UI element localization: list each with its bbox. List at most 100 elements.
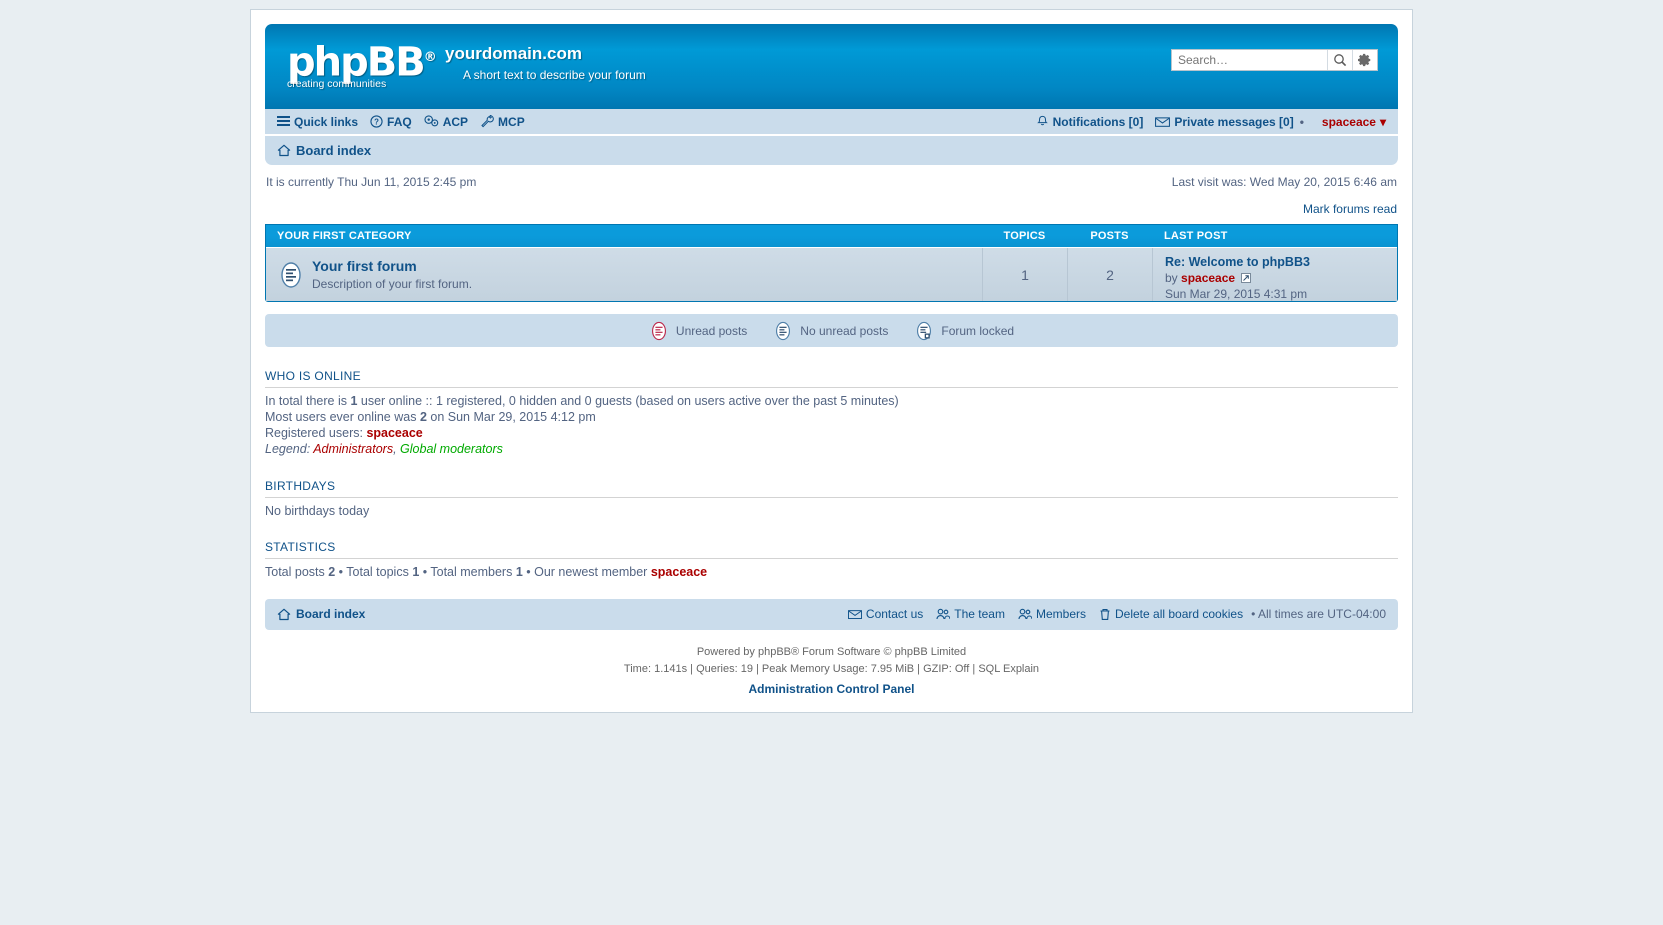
current-time: It is currently Thu Jun 11, 2015 2:45 pm: [266, 175, 477, 189]
home-icon: [277, 608, 291, 621]
birthdays-section: BIRTHDAYS No birthdays today: [265, 479, 1398, 518]
breadcrumb-label: Board index: [296, 143, 372, 158]
trash-icon: [1099, 608, 1111, 621]
footer-board-index-link[interactable]: Board index: [277, 607, 365, 621]
last-post-author-line: by spaceace: [1165, 271, 1397, 285]
chevron-down-icon: ▾: [1379, 114, 1386, 129]
notifications-label: Notifications [0]: [1052, 114, 1144, 129]
registered-user-link[interactable]: spaceace: [366, 426, 422, 440]
registered-users-label: Registered users:: [265, 426, 367, 441]
statistics-title: STATISTICS: [265, 540, 1398, 559]
last-post-author-link[interactable]: spaceace: [1181, 271, 1235, 285]
birthdays-body: No birthdays today: [265, 503, 1398, 518]
logo-wordmark: phpBB®: [287, 38, 437, 82]
username-label: spaceace: [1321, 114, 1376, 129]
who-is-online-title: WHO IS ONLINE: [265, 369, 1398, 388]
legend-locked-label: Forum locked: [941, 323, 1015, 338]
online-total-suffix: user online :: 1 registered, 0 hidden an…: [357, 394, 899, 408]
legend-administrators-link[interactable]: Administrators: [313, 442, 393, 456]
online-record-count: 2: [419, 410, 427, 425]
footer-navbar: Board index Contact us The team Members: [265, 598, 1398, 630]
stats-sep-1: •: [335, 564, 347, 579]
the-team-label: The team: [954, 607, 1005, 622]
quick-links-menu[interactable]: Quick links: [277, 115, 358, 129]
legend-locked: Forum locked: [914, 321, 1014, 341]
forum-title-link[interactable]: Your first forum: [312, 258, 417, 274]
mcp-link[interactable]: MCP: [480, 115, 525, 129]
admin-control-panel-link[interactable]: Administration Control Panel: [265, 680, 1398, 699]
navbar-separator: •: [1299, 114, 1304, 129]
faq-label: FAQ: [387, 114, 412, 129]
last-post-title-link[interactable]: Re: Welcome to phpBB3: [1165, 255, 1310, 269]
total-topics-label: Total topics: [346, 564, 413, 579]
category-header: YOUR FIRST CATEGORY TOPICS POSTS LAST PO…: [266, 225, 1397, 247]
forum-info-cell: Your first forum Description of your fir…: [266, 248, 982, 301]
members-link[interactable]: Members: [1018, 607, 1086, 621]
site-header: phpBB® creating communities yourdomain.c…: [265, 24, 1398, 109]
timezone-label: All times are UTC-04:00: [1257, 607, 1386, 622]
online-total-prefix: In total there is: [265, 394, 351, 408]
user-legend-label: Legend:: [265, 442, 314, 457]
footer-bullet: •: [1251, 607, 1256, 622]
contact-us-link[interactable]: Contact us: [847, 607, 924, 622]
online-record-line: Most users ever online was 2 on Sun Mar …: [265, 411, 1398, 424]
phpbb-logo[interactable]: phpBB® creating communities: [287, 38, 437, 96]
search-input[interactable]: [1172, 50, 1327, 70]
breadcrumb-board-index[interactable]: Board index: [277, 143, 371, 158]
acp-link[interactable]: ACP: [424, 115, 468, 129]
contact-us-label: Contact us: [865, 607, 924, 622]
mark-forums-read-link[interactable]: Mark forums read: [1303, 202, 1397, 216]
powered-by-line: Powered by phpBB® Forum Software © phpBB…: [696, 645, 967, 658]
legend-unread-label: Unread posts: [675, 323, 748, 338]
who-is-online-body: In total there is 1 user online :: 1 reg…: [265, 394, 1398, 457]
newest-member-link[interactable]: spaceace: [651, 565, 707, 579]
notifications-link[interactable]: Notifications [0]: [1036, 114, 1144, 129]
cogs-icon: [424, 115, 439, 128]
info-row: It is currently Thu Jun 11, 2015 2:45 pm…: [265, 165, 1398, 189]
private-messages-link[interactable]: Private messages [0]: [1155, 115, 1294, 129]
delete-cookies-link[interactable]: Delete all board cookies: [1099, 607, 1243, 621]
legend-no-unread: No unread posts: [773, 321, 888, 341]
mcp-label: MCP: [498, 114, 525, 129]
forum-description: Description of your first forum.: [312, 277, 473, 291]
envelope-icon: [847, 609, 862, 620]
newest-member-label: Our newest member: [534, 564, 651, 579]
last-visit: Last visit was: Wed May 20, 2015 6:46 am: [1171, 175, 1397, 189]
advanced-search-button[interactable]: [1352, 50, 1377, 70]
registered-users-line: Registered users: spaceace: [265, 427, 1398, 440]
forum-topics-count: 1: [982, 248, 1067, 301]
last-post-by-label: by: [1165, 271, 1178, 285]
user-legend-line: Legend: Administrators, Global moderator…: [265, 443, 1398, 456]
envelope-icon: [1155, 116, 1171, 128]
site-description: A short text to describe your forum: [463, 68, 646, 82]
search-box: [1171, 49, 1378, 71]
online-record-suffix: on Sun Mar 29, 2015 4:12 pm: [426, 410, 596, 425]
stats-sep-3: •: [522, 564, 535, 579]
legend-global-moderators-link[interactable]: Global moderators: [400, 442, 503, 456]
members-label: Members: [1035, 607, 1086, 622]
online-total-line: In total there is 1 user online :: 1 reg…: [265, 394, 1398, 408]
forum-legend: Unread posts No unread posts Forum locke…: [265, 314, 1398, 347]
legend-unread: Unread posts: [649, 321, 747, 341]
acp-label: ACP: [442, 114, 469, 129]
forum-locked-icon: [914, 321, 934, 341]
quick-links-label: Quick links: [294, 114, 359, 129]
faq-link[interactable]: ? FAQ: [370, 115, 412, 129]
legend-comma: ,: [393, 442, 401, 457]
page-wrapper: phpBB® creating communities yourdomain.c…: [250, 0, 1413, 714]
forum-list: YOUR FIRST CATEGORY TOPICS POSTS LAST PO…: [265, 224, 1398, 302]
birthdays-text: No birthdays today: [265, 503, 370, 518]
goto-last-post-icon[interactable]: [1241, 271, 1252, 285]
unread-posts-icon: [649, 321, 669, 341]
total-posts-label: Total posts: [265, 564, 329, 579]
the-team-link[interactable]: The team: [936, 607, 1005, 621]
magnifier-icon: [1334, 54, 1347, 67]
user-menu[interactable]: spaceace ▾: [1322, 115, 1386, 129]
search-submit-button[interactable]: [1327, 50, 1352, 70]
forum-read-icon: [277, 261, 312, 289]
forum-posts-count: 2: [1067, 248, 1152, 301]
gear-icon: [1358, 53, 1371, 67]
last-post-date: Sun Mar 29, 2015 4:31 pm: [1165, 287, 1308, 301]
breadcrumb: Board index: [265, 135, 1398, 165]
credits: Powered by phpBB® Forum Software © phpBB…: [265, 644, 1398, 699]
